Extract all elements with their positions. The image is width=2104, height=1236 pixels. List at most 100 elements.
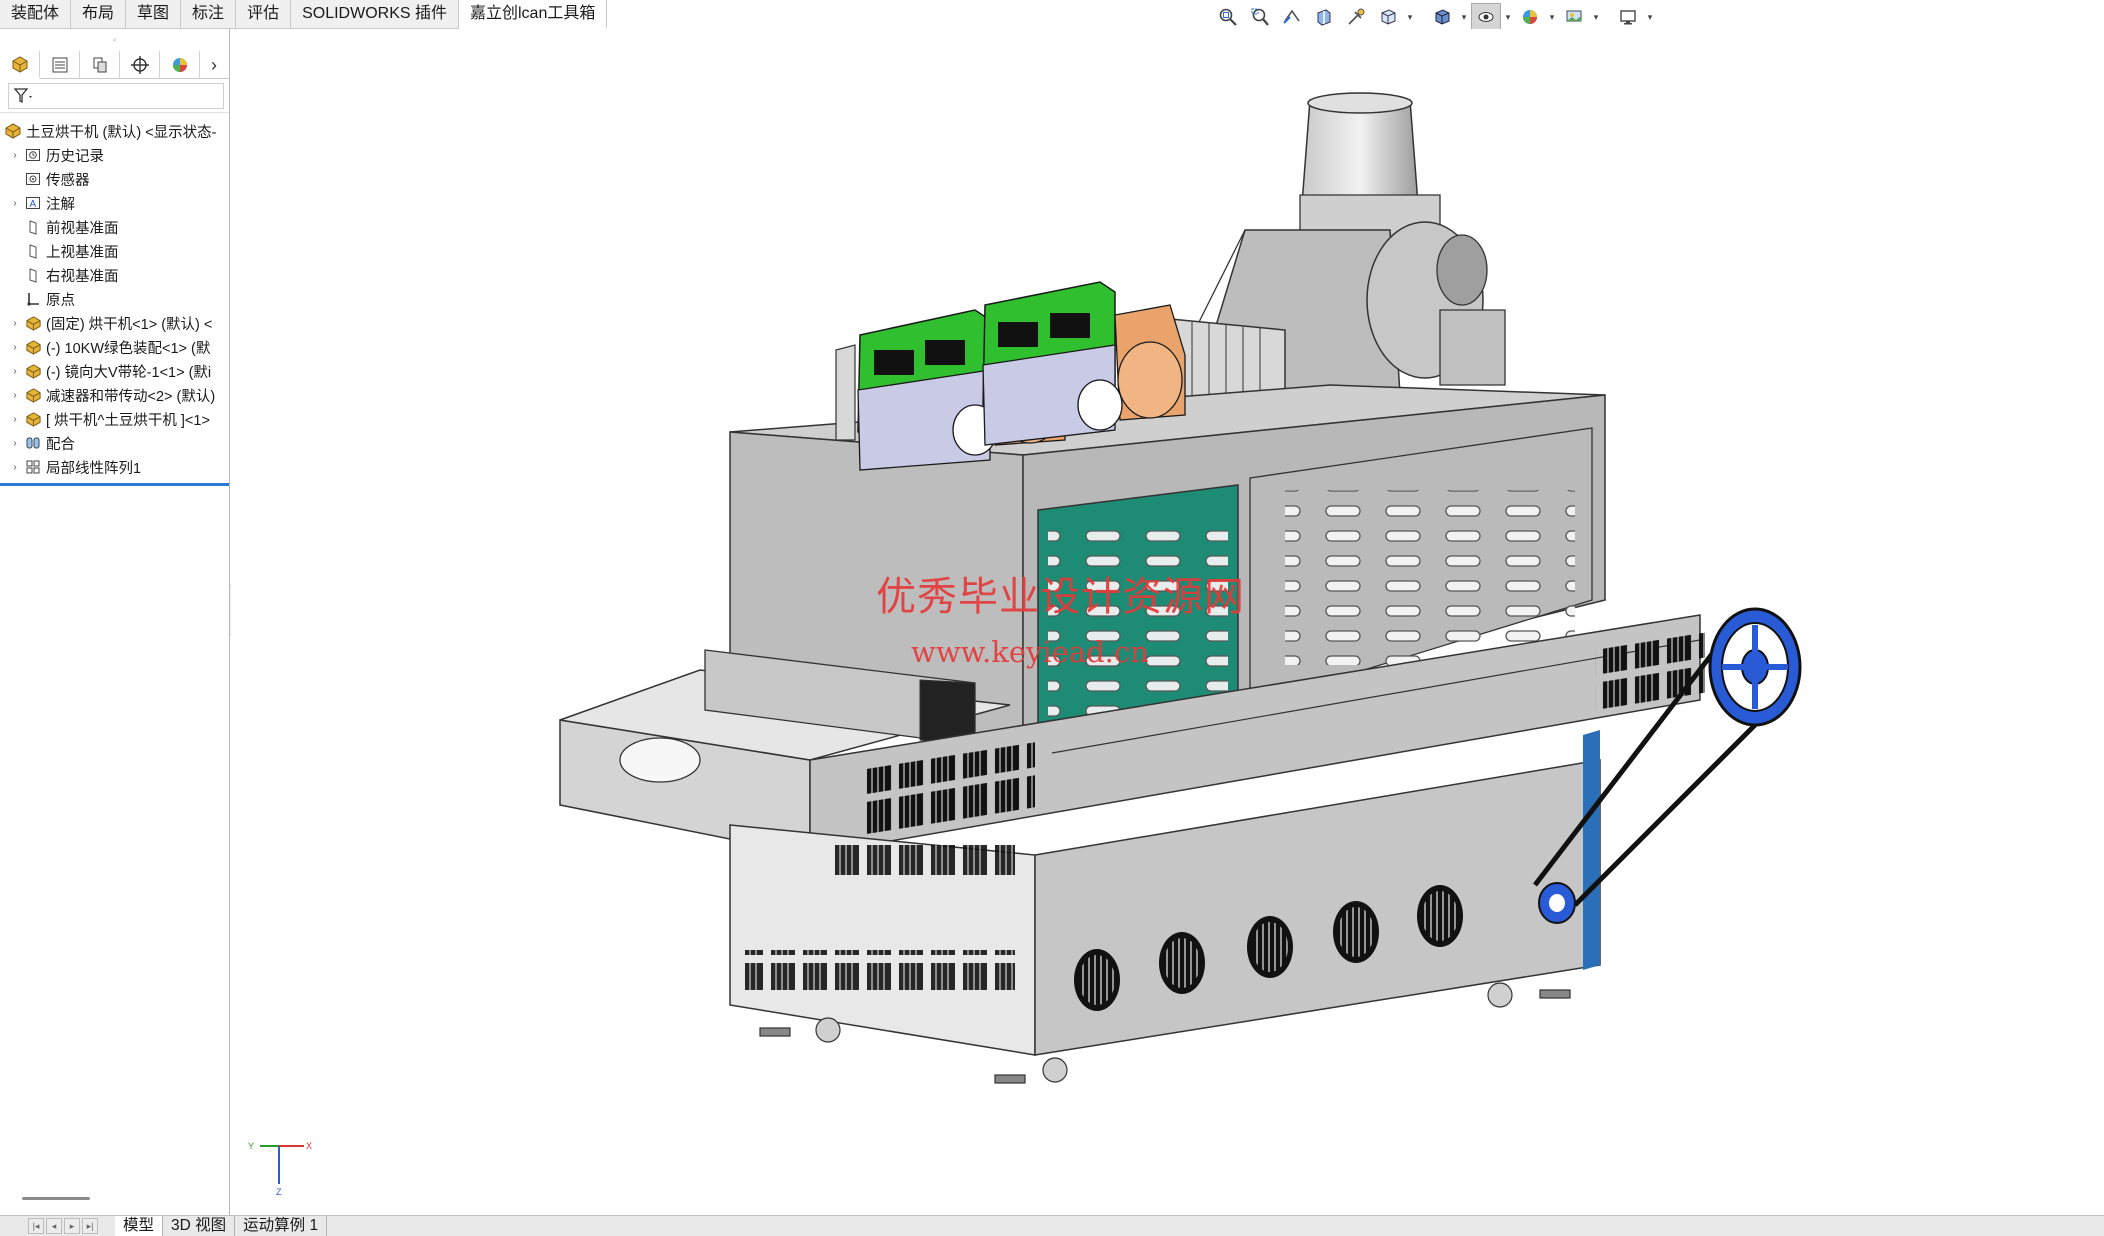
tree-item-component[interactable]: › (-) 镜向大V带轮-1<1> (默i	[0, 359, 229, 383]
tab-assembly[interactable]: 装配体	[0, 0, 72, 29]
tree-item-origin[interactable]: 原点	[0, 287, 229, 311]
history-icon	[22, 145, 44, 165]
plane-icon	[22, 265, 44, 285]
plane-icon	[22, 241, 44, 261]
graphics-area[interactable]: 优秀毕业设计资源网 www.keyiead.cn X Y Z	[231, 29, 2104, 1215]
tree-item-history[interactable]: › 历史记录	[0, 143, 229, 167]
view-settings-icon[interactable]	[1613, 3, 1643, 31]
expand-caret-icon[interactable]: ›	[8, 390, 22, 401]
display-manager-icon[interactable]	[160, 51, 200, 79]
dynamic-annotation-icon[interactable]	[1341, 3, 1371, 31]
display-style-icon[interactable]	[1427, 3, 1457, 31]
tree-root-assembly[interactable]: 土豆烘干机 (默认) <显示状态-	[0, 119, 229, 143]
tree-item-component[interactable]: › (-) 10KW绿色装配<1> (默	[0, 335, 229, 359]
scene-dropdown[interactable]: ▾	[1591, 3, 1601, 31]
tree-item-component[interactable]: › 减速器和带传动<2> (默认)	[0, 383, 229, 407]
panel-grip-handle[interactable]: ◦	[0, 29, 229, 51]
expand-caret-icon[interactable]: ›	[8, 366, 22, 377]
tree-item-component[interactable]: › [ 烘干机^土豆烘干机 ]<1>	[0, 407, 229, 431]
dryer-machine-model	[559, 92, 1802, 1084]
last-tab-icon[interactable]: ▸|	[82, 1218, 98, 1234]
hide-show-dropdown[interactable]: ▾	[1503, 3, 1513, 31]
tab-solidworks-addins[interactable]: SOLIDWORKS 插件	[291, 0, 459, 29]
expand-caret-icon[interactable]: ›	[8, 438, 22, 449]
tab-3d-view[interactable]: 3D 视图	[163, 1216, 236, 1236]
tree-item-label: 传感器	[46, 172, 90, 189]
expand-caret-icon[interactable]: ›	[8, 462, 22, 473]
triad-z-label: Z	[276, 1187, 282, 1197]
tree-item-label: 注解	[46, 196, 75, 213]
tree-item-label: (固定) 烘干机<1> (默认) <	[46, 316, 213, 333]
edit-appearance-icon[interactable]	[1515, 3, 1545, 31]
expand-caret-icon[interactable]: ›	[8, 318, 22, 329]
tree-item-label: 前视基准面	[46, 220, 119, 237]
more-tabs-chevron-icon[interactable]: ›	[200, 51, 228, 79]
expand-caret-icon[interactable]: ›	[8, 150, 22, 161]
tab-model[interactable]: 模型	[115, 1216, 164, 1236]
dimxpert-manager-icon[interactable]	[120, 51, 160, 79]
tab-navigation: |◂ ◂ ▸ ▸|	[0, 1216, 115, 1236]
subassembly-icon	[22, 409, 44, 429]
previous-tab-icon[interactable]: ◂	[46, 1218, 62, 1234]
tab-sketch[interactable]: 草图	[126, 0, 182, 29]
svg-text:A: A	[30, 199, 37, 210]
appearance-dropdown[interactable]: ▾	[1547, 3, 1557, 31]
tree-item-linear-pattern[interactable]: › 局部线性阵列1	[0, 455, 229, 479]
tree-item-right-plane[interactable]: 右视基准面	[0, 263, 229, 287]
tree-item-label: 上视基准面	[46, 244, 119, 261]
view-orientation-icon[interactable]	[1373, 3, 1403, 31]
display-style-dropdown[interactable]: ▾	[1459, 3, 1469, 31]
tree-item-mates[interactable]: › 配合	[0, 431, 229, 455]
feature-tree: 土豆烘干机 (默认) <显示状态- › 历史记录 传感器 › A 注解 前视基准…	[0, 113, 229, 486]
tree-filter-input[interactable]	[8, 82, 224, 109]
section-view-icon[interactable]	[1309, 3, 1339, 31]
featuremanager-tree-icon[interactable]	[0, 51, 40, 79]
tab-markup[interactable]: 标注	[181, 0, 237, 29]
tree-item-label: 局部线性阵列1	[46, 460, 142, 477]
tab-jlc-toolbox[interactable]: 嘉立创lcan工具箱	[459, 0, 608, 29]
manager-tabs: ›	[0, 51, 229, 79]
view-settings-dropdown[interactable]: ▾	[1645, 3, 1655, 31]
tree-item-front-plane[interactable]: 前视基准面	[0, 215, 229, 239]
subassembly-icon	[22, 385, 44, 405]
linear-pattern-icon	[22, 457, 44, 477]
coordinate-triad: X Y Z	[248, 1141, 312, 1197]
next-tab-icon[interactable]: ▸	[64, 1218, 80, 1234]
expand-caret-icon[interactable]: ›	[8, 198, 22, 209]
tree-item-top-plane[interactable]: 上视基准面	[0, 239, 229, 263]
plane-icon	[22, 217, 44, 237]
tree-item-label: 减速器和带传动<2> (默认)	[46, 388, 216, 405]
tree-item-sensors[interactable]: 传感器	[0, 167, 229, 191]
view-orientation-dropdown[interactable]: ▾	[1405, 3, 1415, 31]
bottom-tab-bar: |◂ ◂ ▸ ▸| 模型 3D 视图 运动算例 1	[0, 1215, 2104, 1236]
subassembly-icon	[22, 361, 44, 381]
previous-view-icon[interactable]	[1277, 3, 1307, 31]
tree-rollback-bar[interactable]	[0, 483, 229, 486]
zoom-to-area-icon[interactable]	[1245, 3, 1275, 31]
tree-item-label: 右视基准面	[46, 268, 119, 285]
tree-item-component[interactable]: › (固定) 烘干机<1> (默认) <	[0, 311, 229, 335]
expand-caret-icon[interactable]: ›	[8, 414, 22, 425]
tab-motion-study[interactable]: 运动算例 1	[235, 1216, 328, 1236]
tree-item-annotations[interactable]: › A 注解	[0, 191, 229, 215]
hide-show-items-icon[interactable]	[1471, 3, 1501, 31]
filter-row	[0, 79, 229, 113]
subassembly-icon	[22, 313, 44, 333]
subassembly-icon	[22, 337, 44, 357]
property-manager-icon[interactable]	[40, 51, 80, 79]
tab-evaluate[interactable]: 评估	[236, 0, 292, 29]
configuration-manager-icon[interactable]	[80, 51, 120, 79]
panel-horizontal-scrollbar[interactable]	[22, 1197, 90, 1200]
first-tab-icon[interactable]: |◂	[28, 1218, 44, 1234]
zoom-to-fit-icon[interactable]	[1213, 3, 1243, 31]
apply-scene-icon[interactable]	[1559, 3, 1589, 31]
assembly-icon	[2, 121, 24, 141]
tree-root-label: 土豆烘干机 (默认) <显示状态-	[26, 124, 217, 141]
tab-layout[interactable]: 布局	[71, 0, 127, 29]
expand-caret-icon[interactable]: ›	[8, 342, 22, 353]
tree-item-label: [ 烘干机^土豆烘干机 ]<1>	[46, 412, 210, 429]
watermark-chinese: 优秀毕业设计资源网	[876, 574, 1245, 620]
featuremanager-panel: ◦ › 土豆烘干机 (默认) <显示状态- › 历史记录 传感器 › A 注解 …	[0, 29, 230, 1215]
command-manager-tabs: 装配体 布局 草图 标注 评估 SOLIDWORKS 插件 嘉立创lcan工具箱	[0, 0, 608, 29]
sensor-icon	[22, 169, 44, 189]
